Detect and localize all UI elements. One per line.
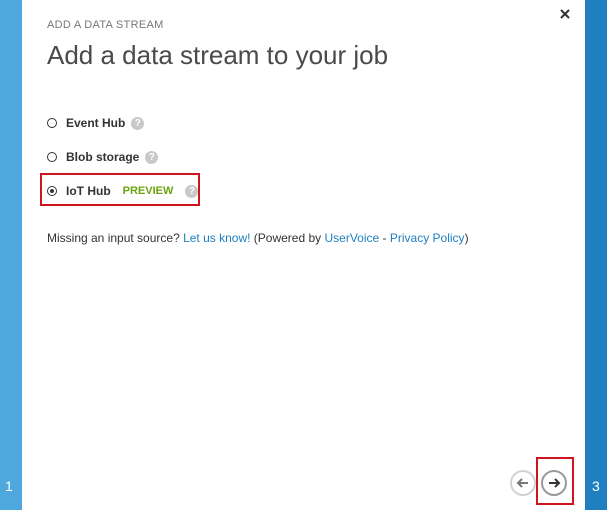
blob-storage-radio[interactable]	[47, 152, 57, 162]
section-label: ADD A DATA STREAM	[47, 19, 164, 31]
option-blob-storage[interactable]: Blob storage ?	[47, 146, 198, 168]
help-glyph: ?	[148, 151, 155, 163]
close-button[interactable]	[557, 6, 573, 22]
right-step-bar: 3	[585, 0, 607, 510]
previous-step-number: 1	[5, 478, 13, 494]
arrow-left-icon	[516, 478, 528, 488]
uservoice-link[interactable]: UserVoice	[325, 231, 380, 245]
left-step-bar: 1	[0, 0, 22, 510]
iot-hub-highlight	[40, 173, 200, 206]
help-glyph: ?	[134, 117, 141, 129]
question-icon[interactable]: ?	[145, 150, 159, 164]
close-icon	[560, 9, 570, 19]
add-data-stream-dialog: ADD A DATA STREAM Add a data stream to y…	[22, 0, 585, 510]
question-icon[interactable]: ?	[131, 116, 145, 130]
option-event-hub[interactable]: Event Hub ?	[47, 112, 198, 134]
back-button[interactable]	[510, 470, 536, 496]
missing-middle: (Powered by	[250, 231, 325, 245]
missing-sep: -	[379, 231, 390, 245]
arrow-right-icon	[549, 478, 561, 488]
missing-suffix: )	[464, 231, 469, 245]
missing-source-text: Missing an input source? Let us know! (P…	[47, 231, 469, 245]
missing-prefix: Missing an input source?	[47, 231, 184, 245]
page-title: Add a data stream to your job	[47, 40, 389, 70]
blob-storage-label: Blob storage	[66, 150, 140, 164]
let-us-know-link[interactable]: Let us know!	[183, 231, 250, 245]
privacy-policy-link[interactable]: Privacy Policy	[390, 231, 465, 245]
next-step-number: 3	[592, 478, 600, 494]
next-button[interactable]	[541, 470, 567, 496]
event-hub-radio[interactable]	[47, 118, 57, 128]
event-hub-label: Event Hub	[66, 116, 126, 130]
